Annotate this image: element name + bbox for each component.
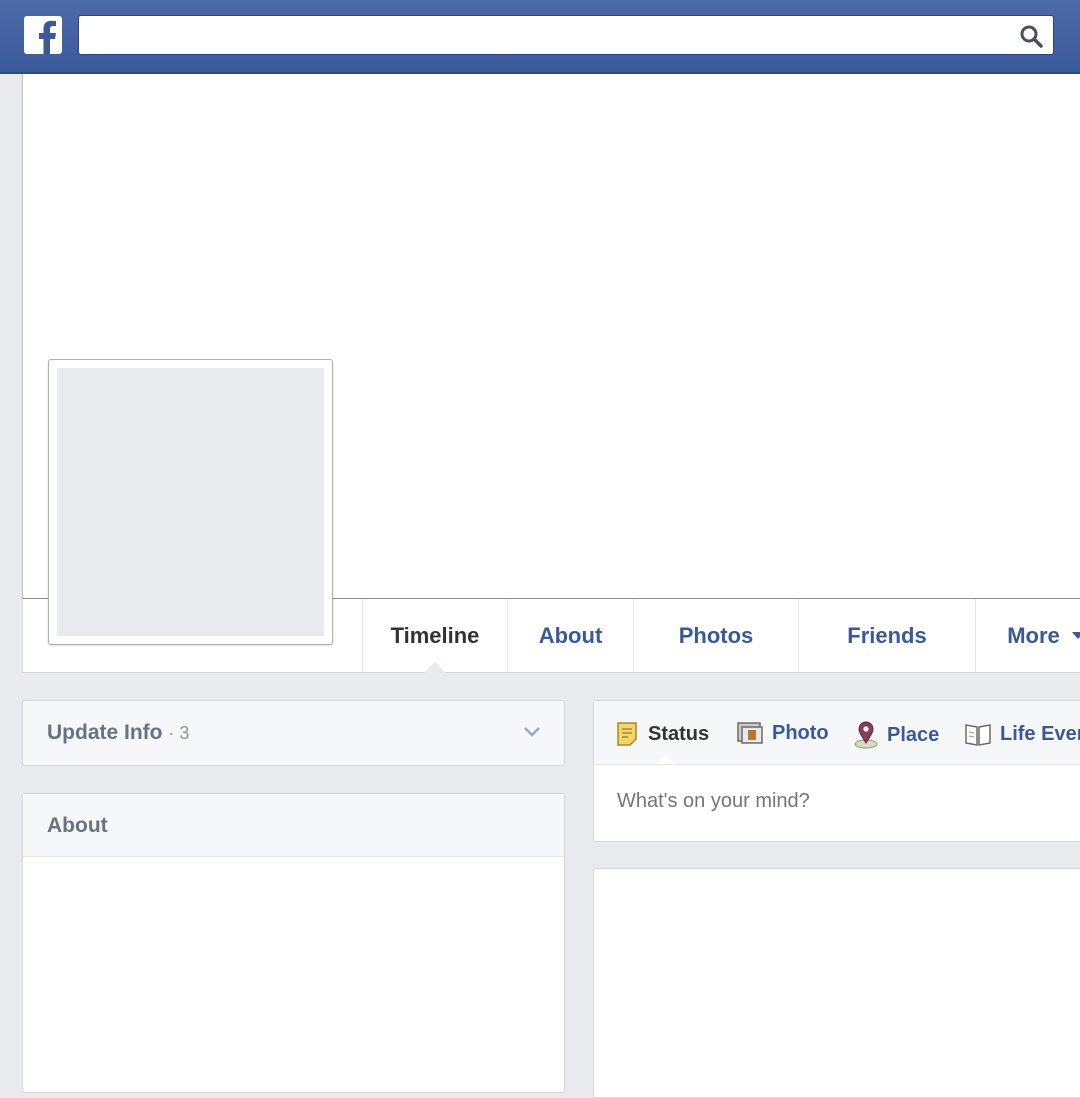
composer-tab-pointer (656, 754, 676, 764)
tab-about-label: About (538, 622, 603, 648)
composer-tab-place[interactable]: Place (853, 721, 939, 749)
status-note-icon (617, 722, 637, 746)
tab-photos[interactable]: Photos (633, 599, 798, 672)
facebook-logo-icon[interactable] (24, 16, 62, 54)
search-icon[interactable] (1019, 24, 1043, 53)
about-box: About (22, 793, 565, 1093)
chevron-down-icon[interactable] (522, 725, 542, 744)
tab-timeline-label: Timeline (390, 622, 480, 648)
post-composer: Status Photo Place Life Eve What's on yo… (593, 700, 1080, 842)
update-info-label: Update Info · 3 (47, 721, 189, 745)
composer-tab-photo-label: Photo (772, 721, 829, 744)
profile-picture-placeholder (57, 368, 324, 636)
place-pin-icon (854, 721, 878, 749)
search-input[interactable] (79, 16, 1003, 54)
composer-tab-photo[interactable]: Photo (736, 721, 829, 745)
tab-friends-label: Friends (847, 622, 927, 648)
profile-picture[interactable] (48, 359, 333, 645)
photo-icon (737, 722, 763, 744)
composer-tab-status-label: Status (648, 722, 710, 745)
update-info-box[interactable]: Update Info · 3 (22, 700, 565, 766)
update-info-count: · 3 (168, 723, 190, 743)
about-header: About (23, 794, 564, 857)
feed-box (593, 868, 1080, 1098)
composer-tab-status[interactable]: Status (616, 721, 709, 747)
caret-down-icon (1071, 632, 1080, 639)
composer-tab-life-event-label: Life Even (1000, 722, 1080, 745)
status-input[interactable] (615, 789, 1059, 814)
update-info-text: Update Info (47, 721, 163, 744)
composer-tab-place-label: Place (887, 723, 940, 746)
search-bar[interactable] (78, 15, 1054, 55)
tab-more-label: More (1007, 622, 1060, 648)
top-bar (0, 0, 1080, 74)
composer-tab-life-event[interactable]: Life Even (964, 721, 1080, 747)
active-tab-pointer (424, 662, 446, 673)
life-event-book-icon (965, 724, 991, 746)
tab-about[interactable]: About (507, 599, 633, 672)
about-title: About (47, 814, 108, 837)
tab-friends[interactable]: Friends (798, 599, 975, 672)
tab-more[interactable]: More (975, 599, 1080, 672)
tab-photos-label: Photos (678, 622, 754, 648)
